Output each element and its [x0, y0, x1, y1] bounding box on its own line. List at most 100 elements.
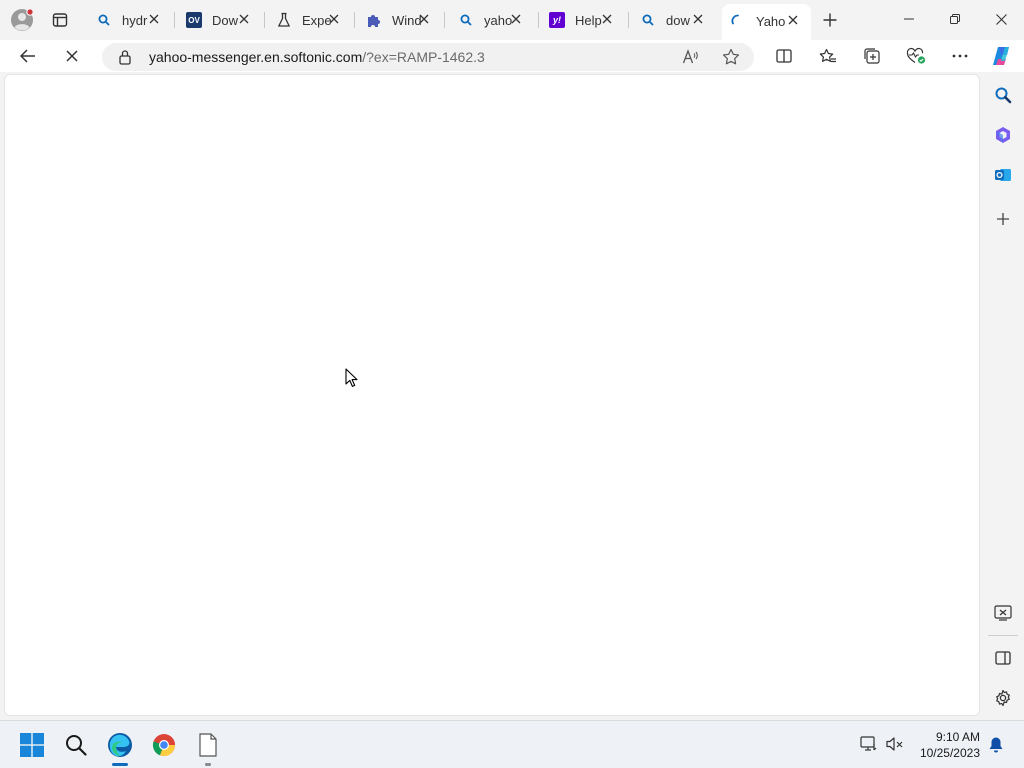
browser-tab[interactable]: yaho — [450, 6, 534, 34]
puzzle-icon — [366, 12, 382, 28]
chrome-icon — [152, 734, 176, 757]
sidebar-toggle-button[interactable] — [986, 641, 1020, 675]
gear-icon — [996, 689, 1010, 707]
notification-bell-icon[interactable] — [988, 736, 1004, 754]
read-aloud-icon[interactable] — [682, 49, 700, 65]
copilot-button[interactable] — [986, 40, 1018, 72]
screenshot-icon — [994, 605, 1012, 621]
close-tab-icon[interactable] — [146, 11, 162, 27]
taskbar-search-button[interactable] — [56, 725, 96, 765]
heart-pulse-icon — [906, 47, 926, 64]
browser-tab[interactable]: Wind — [358, 6, 442, 34]
profile-avatar[interactable] — [10, 8, 34, 32]
clock-date: 10/25/2023 — [919, 746, 980, 760]
sidebar-divider — [988, 635, 1018, 636]
browser-tab[interactable]: y! Help — [541, 6, 625, 34]
tab-strip: hydr OV Dow Expe Wind yaho y! Help dow Y… — [0, 0, 1024, 40]
restore-button[interactable] — [932, 0, 978, 38]
stop-icon — [66, 50, 78, 62]
sidebar-office-button[interactable] — [986, 118, 1020, 152]
edge-sidebar — [982, 74, 1024, 718]
office-icon — [996, 127, 1010, 143]
collections-icon — [864, 48, 880, 64]
address-bar[interactable]: yahoo-messenger.en.softonic.com/?ex=RAMP… — [102, 43, 754, 71]
loading-spinner — [730, 13, 746, 29]
tab-separator — [628, 12, 629, 28]
browser-tab[interactable]: hydr — [88, 6, 172, 34]
system-clock[interactable]: 9:10 AM 10/25/2023 — [920, 729, 980, 761]
sidebar-add-button[interactable] — [986, 202, 1020, 236]
sidebar-search-button[interactable] — [986, 78, 1020, 112]
mouse-cursor-icon — [345, 368, 359, 388]
windows-taskbar: 9:10 AM 10/25/2023 — [0, 720, 1024, 768]
tab-separator — [354, 12, 355, 28]
tab-separator — [264, 12, 265, 28]
back-button[interactable] — [12, 40, 44, 72]
close-icon — [995, 13, 1007, 25]
search-icon — [96, 12, 112, 28]
taskbar-chrome-button[interactable] — [144, 725, 184, 765]
browser-tab-active[interactable]: Yaho — [722, 4, 811, 40]
search-icon — [458, 12, 474, 28]
edge-icon — [108, 733, 132, 757]
sidebar-outlook-button[interactable] — [986, 158, 1020, 192]
split-screen-icon — [776, 49, 792, 63]
minimize-icon — [904, 18, 914, 20]
sidebar-settings-button[interactable] — [986, 681, 1020, 715]
close-tab-icon[interactable] — [508, 11, 524, 27]
url-host: yahoo-messenger.en.softonic.com — [149, 49, 363, 65]
volume-muted-icon[interactable] — [886, 736, 904, 752]
network-icon[interactable] — [860, 736, 878, 752]
sidebar-screenshot-button[interactable] — [986, 596, 1020, 630]
stop-loading-button[interactable] — [56, 40, 88, 72]
close-tab-icon[interactable] — [236, 11, 252, 27]
url-text: yahoo-messenger.en.softonic.com/?ex=RAMP… — [149, 49, 485, 65]
favorites-button[interactable] — [812, 40, 844, 72]
settings-and-more-button[interactable] — [944, 40, 976, 72]
lock-icon[interactable] — [118, 49, 132, 65]
browser-tab[interactable]: OV Dow — [178, 6, 262, 34]
page-content[interactable] — [4, 74, 980, 716]
ov-logo-text: OV — [188, 15, 200, 25]
plus-icon — [823, 13, 837, 27]
minimize-button[interactable] — [886, 0, 932, 38]
tab-title: Yaho — [756, 13, 786, 29]
back-arrow-icon — [20, 49, 35, 63]
plus-icon — [997, 213, 1009, 225]
more-dots-icon — [952, 54, 968, 58]
restore-icon — [950, 14, 960, 24]
split-screen-button[interactable] — [768, 40, 800, 72]
favorite-star-icon[interactable] — [722, 48, 740, 66]
tab-separator — [538, 12, 539, 28]
active-app-indicator — [112, 763, 128, 766]
taskbar-file-button[interactable] — [188, 725, 228, 766]
tab-actions-icon[interactable] — [50, 10, 70, 30]
close-tab-icon[interactable] — [785, 12, 801, 28]
outlook-icon — [995, 169, 1011, 181]
ov-logo: OV — [186, 12, 202, 28]
close-tab-icon[interactable] — [599, 11, 615, 27]
yahoo-logo: y! — [549, 12, 565, 28]
close-tab-icon[interactable] — [416, 11, 432, 27]
favorites-icon — [819, 48, 836, 63]
clock-time: 9:10 AM — [935, 730, 980, 744]
collections-button[interactable] — [856, 40, 888, 72]
document-icon — [199, 733, 217, 757]
windows-logo-icon — [20, 733, 44, 757]
tab-separator — [174, 12, 175, 28]
browser-tab[interactable]: dow — [632, 6, 716, 34]
close-tab-icon[interactable] — [326, 11, 342, 27]
close-tab-icon[interactable] — [690, 11, 706, 27]
sidebar-panel-icon — [995, 651, 1011, 665]
navigation-toolbar: yahoo-messenger.en.softonic.com/?ex=RAMP… — [0, 40, 1024, 72]
browser-tab[interactable]: Expe — [268, 6, 352, 34]
start-button[interactable] — [12, 725, 52, 765]
new-tab-button[interactable] — [818, 8, 842, 32]
taskbar-edge-button[interactable] — [100, 725, 140, 766]
tab-separator — [444, 12, 445, 28]
flask-icon — [276, 12, 292, 28]
close-window-button[interactable] — [978, 0, 1024, 38]
search-icon — [995, 87, 1012, 104]
open-app-indicator — [205, 763, 211, 766]
browser-essentials-button[interactable] — [900, 40, 932, 72]
